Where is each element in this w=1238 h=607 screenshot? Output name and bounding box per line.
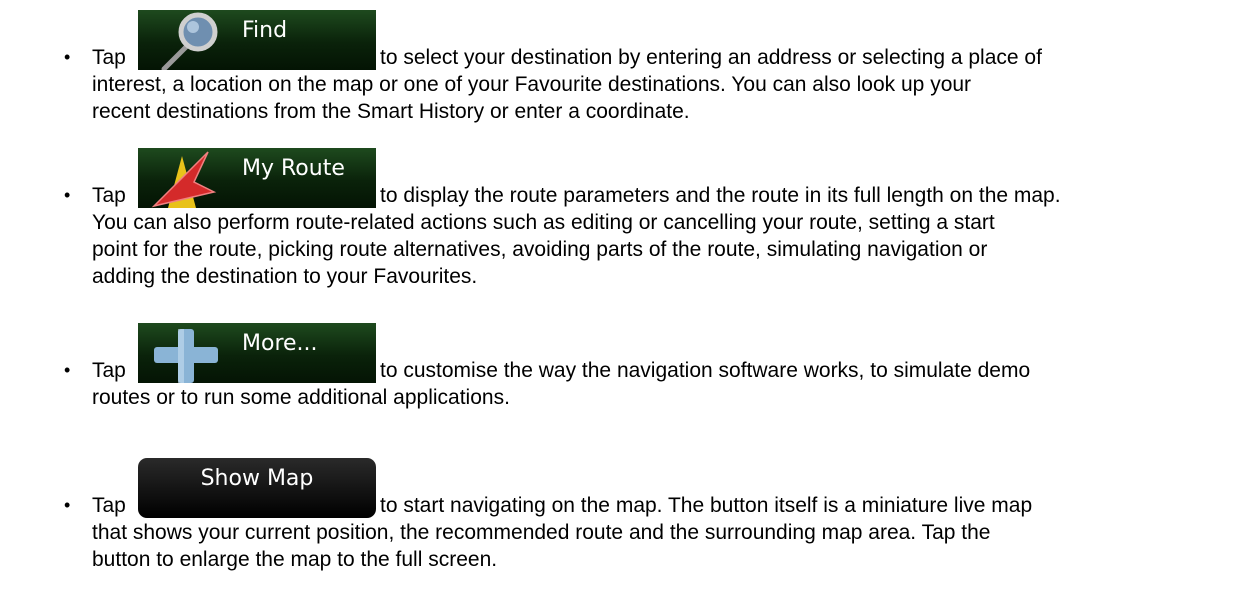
find-button[interactable]: Find — [138, 10, 376, 70]
item-text: to start navigating on the map. The butt… — [380, 494, 1033, 517]
bullet: • — [64, 360, 71, 380]
item-text-line: interest, a location on the map or one o… — [92, 73, 972, 96]
more-button-label: More... — [242, 331, 318, 356]
item-text-line: adding the destination to your Favourite… — [92, 265, 478, 288]
item-text-line: point for the route, picking route alter… — [92, 238, 988, 261]
more-button[interactable]: More... — [138, 323, 376, 383]
item-text: to customise the way the navigation soft… — [380, 359, 1031, 382]
item-text-line: button to enlarge the map to the full sc… — [92, 548, 498, 571]
bullet: • — [64, 185, 71, 205]
tap-word: Tap — [92, 184, 126, 207]
tap-word: Tap — [92, 46, 126, 69]
magnifier-icon — [161, 12, 218, 70]
tap-word: Tap — [92, 359, 126, 382]
item-text: to select your destination by entering a… — [380, 46, 1042, 69]
show-map-button-label: Show Map — [200, 466, 314, 491]
bullet: • — [64, 495, 71, 515]
bullet: • — [64, 47, 71, 67]
my-route-button-label: My Route — [242, 156, 345, 181]
my-route-button[interactable]: My Route — [138, 148, 376, 208]
tap-word: Tap — [92, 494, 126, 517]
route-arrow-icon — [151, 151, 217, 208]
item-text-line: that shows your current position, the re… — [92, 521, 991, 544]
find-button-label: Find — [242, 18, 288, 43]
item-text-line: You can also perform route-related actio… — [92, 211, 995, 234]
item-text-line: recent destinations from the Smart Histo… — [92, 100, 690, 123]
plus-icon — [154, 329, 218, 383]
show-map-button[interactable]: Show Map — [138, 458, 376, 518]
item-text-line: routes or to run some additional applica… — [92, 386, 510, 409]
item-text: to display the route parameters and the … — [380, 184, 1061, 207]
